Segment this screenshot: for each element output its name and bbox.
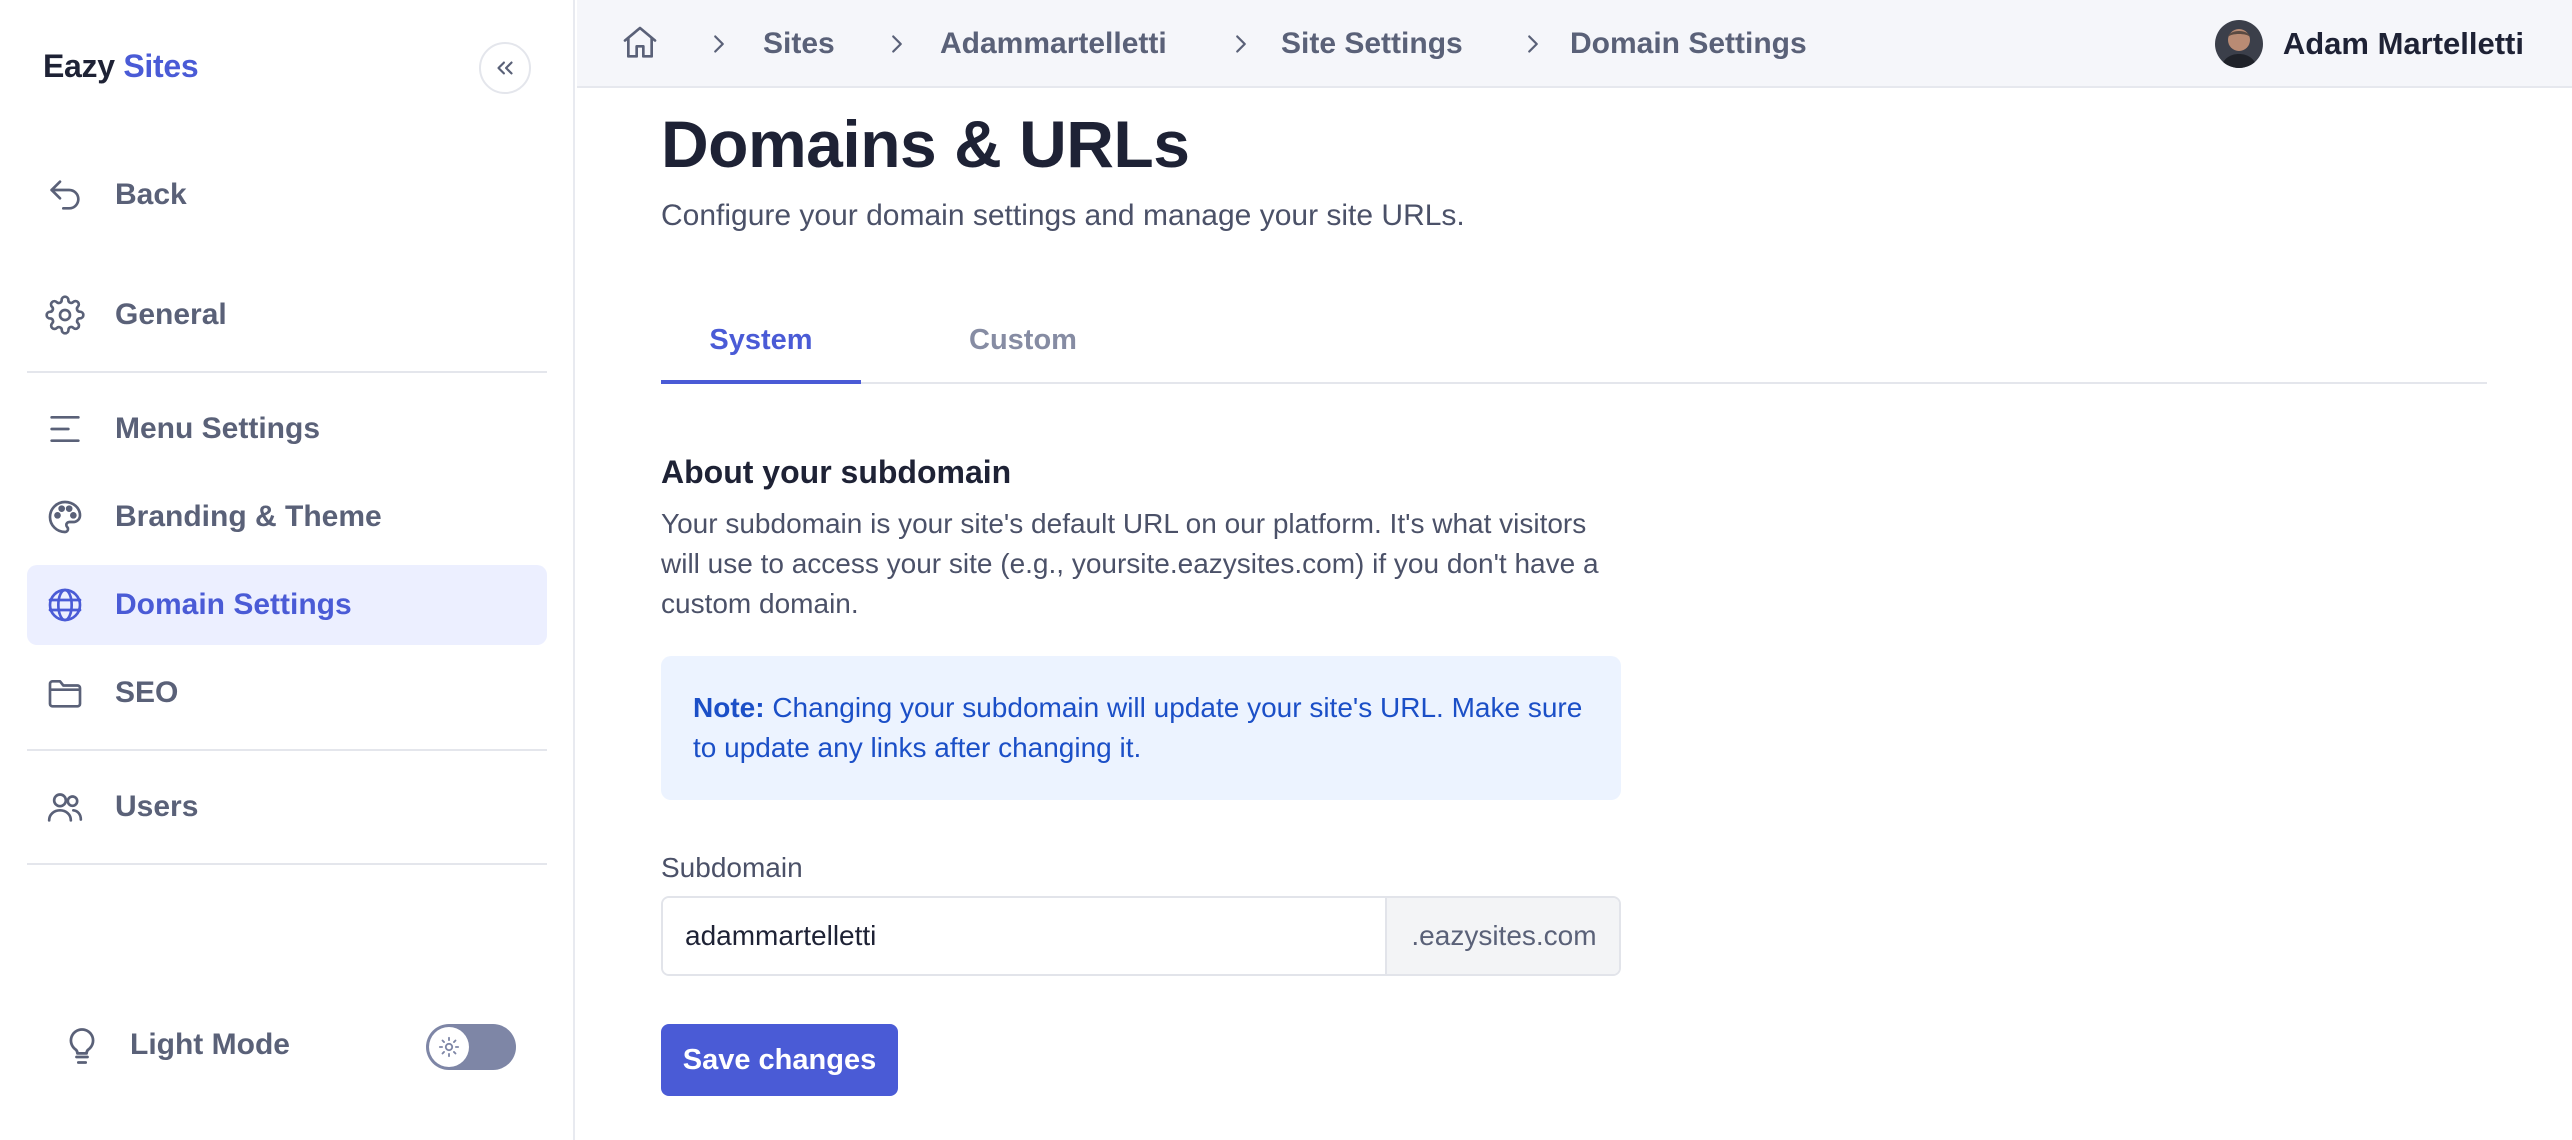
light-mode-toggle[interactable] xyxy=(426,1024,516,1070)
page-title: Domains & URLs xyxy=(661,107,1190,181)
chevron-right-icon xyxy=(707,28,731,60)
logo-text-primary: Eazy xyxy=(43,48,115,84)
sidebar-item-label: SEO xyxy=(115,676,179,709)
section-title: About your subdomain xyxy=(661,454,1012,490)
tab-custom[interactable]: Custom xyxy=(923,324,1123,384)
toggle-knob xyxy=(429,1027,469,1067)
chevron-right-icon xyxy=(1521,28,1545,60)
sidebar-item-domain-settings[interactable]: Domain Settings xyxy=(27,565,547,645)
note-label: Note: xyxy=(693,692,765,723)
sidebar-divider xyxy=(27,371,547,373)
avatar xyxy=(2214,20,2263,68)
sidebar-item-label: General xyxy=(115,298,227,331)
tab-bar: System Custom xyxy=(661,310,2487,384)
palette-icon xyxy=(45,497,85,537)
chevrons-left-icon xyxy=(497,61,513,75)
sidebar-item-users[interactable]: Users xyxy=(27,767,547,847)
user-menu[interactable]: Adam Martelletti xyxy=(2214,20,2524,68)
top-bar: Sites Adammartelletti Site Settings Doma… xyxy=(577,0,2572,88)
save-changes-button[interactable]: Save changes xyxy=(661,1024,898,1096)
sidebar-item-label: Users xyxy=(115,790,199,823)
lightbulb-icon xyxy=(58,1022,106,1070)
breadcrumb-sites[interactable]: Sites xyxy=(763,27,835,61)
sidebar-item-branding-theme[interactable]: Branding & Theme xyxy=(27,477,547,557)
breadcrumb-site[interactable]: Adammartelletti xyxy=(940,27,1167,61)
section-description: Your subdomain is your site's default UR… xyxy=(661,508,1599,619)
chevron-right-icon xyxy=(885,28,909,60)
app-logo[interactable]: Eazy Sites xyxy=(43,48,199,85)
info-note: Note: Changing your subdomain will updat… xyxy=(661,656,1621,800)
globe-icon xyxy=(45,585,85,625)
gear-icon xyxy=(45,295,85,335)
sidebar-item-general[interactable]: General xyxy=(27,275,547,355)
breadcrumb-domain-settings: Domain Settings xyxy=(1570,27,1807,60)
chevron-right-icon xyxy=(1229,28,1253,60)
users-icon xyxy=(45,787,85,827)
sidebar-item-label: Domain Settings xyxy=(115,588,352,621)
domain-suffix: .eazysites.com xyxy=(1385,898,1619,974)
note-text: Changing your subdomain will update your… xyxy=(693,692,1583,763)
home-icon[interactable] xyxy=(619,22,661,64)
subdomain-input[interactable] xyxy=(663,898,1385,974)
folder-icon xyxy=(45,673,85,713)
light-mode-control: Light Mode xyxy=(58,1018,518,1074)
menu-lines-icon xyxy=(45,409,85,449)
subdomain-input-group: .eazysites.com xyxy=(661,896,1621,976)
sidebar-divider xyxy=(27,863,547,865)
light-mode-label: Light Mode xyxy=(130,1028,290,1061)
sidebar-divider xyxy=(27,749,547,751)
sidebar-item-back[interactable]: Back xyxy=(27,155,547,235)
sidebar: Eazy Sites Back General Menu Settings Br… xyxy=(0,0,575,1140)
sidebar-item-menu-settings[interactable]: Menu Settings xyxy=(27,389,547,469)
sidebar-item-label: Back xyxy=(115,178,187,211)
user-name: Adam Martelletti xyxy=(2282,26,2524,61)
breadcrumb-site-settings[interactable]: Site Settings xyxy=(1281,27,1463,61)
logo-text-accent: Sites xyxy=(123,48,199,84)
sidebar-item-label: Branding & Theme xyxy=(115,500,382,533)
sidebar-item-label: Menu Settings xyxy=(115,412,321,445)
page-subtitle: Configure your domain settings and manag… xyxy=(661,199,1465,232)
subdomain-label: Subdomain xyxy=(661,852,803,883)
collapse-sidebar-button[interactable] xyxy=(479,42,531,94)
sidebar-item-seo[interactable]: SEO xyxy=(27,653,547,733)
back-arrow-icon xyxy=(45,175,85,215)
sun-icon xyxy=(438,1036,460,1058)
tab-system[interactable]: System xyxy=(661,324,861,384)
